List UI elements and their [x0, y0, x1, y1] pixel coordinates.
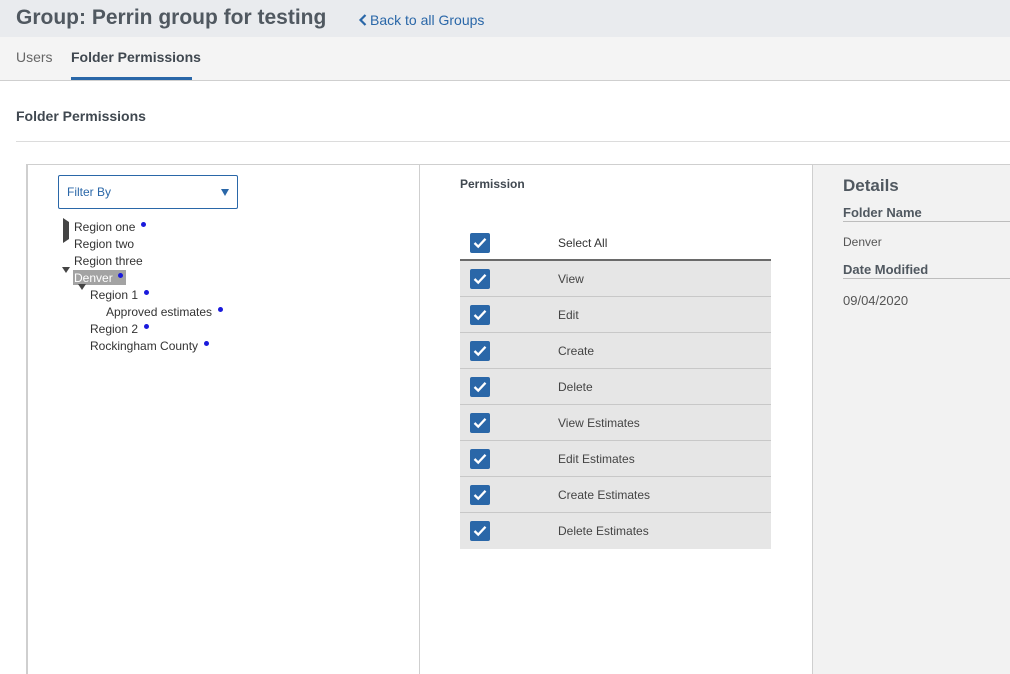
permission-row-create[interactable]: Create [460, 333, 771, 369]
section-divider [16, 141, 1010, 142]
date-modified-value: 09/04/2020 [843, 293, 909, 308]
permission-row-view-estimates[interactable]: View Estimates [460, 405, 771, 441]
checkmark-icon [473, 526, 487, 537]
tree-item-label: Region two [74, 236, 135, 251]
dot-indicator-icon [117, 273, 123, 278]
checkmark-icon [473, 382, 487, 393]
tree-item-label: Region 1 [90, 287, 139, 302]
tree-item-label: Region 2 [90, 321, 139, 336]
filter-by-dropdown[interactable]: Filter By [58, 175, 238, 209]
field-divider [843, 278, 1010, 279]
permission-row-view[interactable]: View [460, 261, 771, 297]
tree-item-label: Rockingham County [90, 338, 199, 353]
permission-label: Edit Estimates [558, 452, 635, 466]
permission-label: Delete [558, 380, 593, 394]
dot-indicator-icon [218, 307, 224, 312]
dot-indicator-icon [144, 290, 150, 295]
tree-item-approved-estimates[interactable]: Approved estimates [106, 303, 224, 320]
tab-folder-permissions[interactable]: Folder Permissions [71, 49, 201, 65]
caret-down-icon [221, 189, 229, 196]
panel-divider [812, 164, 813, 674]
permission-row-edit[interactable]: Edit [460, 297, 771, 333]
checkmark-icon [473, 238, 487, 249]
select-all-label: Select All [558, 236, 608, 250]
dot-indicator-icon [141, 222, 147, 227]
permission-label: Create [558, 344, 595, 358]
permission-row-edit-estimates[interactable]: Edit Estimates [460, 441, 771, 477]
dot-indicator-icon [144, 324, 150, 329]
permission-checkbox[interactable] [470, 377, 490, 397]
active-tab-indicator [71, 77, 192, 80]
select-all-row[interactable]: Select All [460, 225, 771, 261]
back-link-label: Back to all Groups [370, 12, 485, 28]
tree-item-label: Approved estimates [106, 304, 213, 319]
permission-header: Permission [460, 177, 525, 191]
field-divider [843, 221, 1010, 222]
permission-row-delete[interactable]: Delete [460, 369, 771, 405]
permission-label: Delete Estimates [558, 524, 649, 538]
checkmark-icon [473, 418, 487, 429]
folder-name-value: Denver [843, 235, 882, 249]
tree-item-region-1[interactable]: Region 1 [90, 286, 150, 303]
permission-label: Create Estimates [558, 488, 651, 502]
collapse-arrow-icon[interactable] [61, 267, 71, 290]
tab-users[interactable]: Users [16, 49, 53, 65]
tree-item-region-three[interactable]: Region three [74, 252, 143, 269]
tree-item-label: Denver [74, 270, 113, 285]
checkmark-icon [473, 274, 487, 285]
collapse-arrow-icon[interactable] [77, 284, 87, 307]
tree-item-rockingham-county[interactable]: Rockingham County [90, 337, 210, 354]
permission-label: Edit [558, 308, 579, 322]
tree-item-region-2[interactable]: Region 2 [90, 320, 150, 337]
folder-name-label: Folder Name [843, 205, 922, 220]
permission-label: View [558, 272, 584, 286]
checkmark-icon [473, 454, 487, 465]
permission-row-create-estimates[interactable]: Create Estimates [460, 477, 771, 513]
filter-by-label: Filter By [67, 185, 112, 199]
panel-divider [419, 164, 420, 674]
tree-item-label: Region three [74, 253, 143, 268]
section-title: Folder Permissions [16, 108, 146, 124]
back-to-groups-link[interactable]: Back to all Groups [357, 12, 484, 28]
select-all-checkbox[interactable] [470, 233, 490, 253]
details-title: Details [843, 176, 899, 195]
checkmark-icon [473, 490, 487, 501]
tree-item-selected: Denver [73, 270, 126, 285]
permission-checkbox[interactable] [470, 341, 490, 361]
permission-checkbox[interactable] [470, 521, 490, 541]
tree-item-label: Region one [74, 219, 136, 234]
chevron-left-icon [358, 14, 367, 26]
tree-item-region-one[interactable]: Region one [74, 218, 147, 235]
permission-label: View Estimates [558, 416, 640, 430]
page-title: Group: Perrin group for testing [16, 6, 327, 29]
permission-checkbox[interactable] [470, 413, 490, 433]
tree-item-region-two[interactable]: Region two [74, 235, 134, 252]
expand-arrow-icon[interactable] [61, 218, 71, 243]
tab-bar: Users Folder Permissions [0, 37, 1010, 81]
permission-checkbox[interactable] [470, 269, 490, 289]
checkmark-icon [473, 346, 487, 357]
permission-row-delete-estimates[interactable]: Delete Estimates [460, 513, 771, 549]
checkmark-icon [473, 310, 487, 321]
date-modified-label: Date Modified [843, 262, 929, 277]
header-bar: Group: Perrin group for testing Back to … [0, 0, 1010, 37]
permission-checkbox[interactable] [470, 485, 490, 505]
permission-checkbox[interactable] [470, 449, 490, 469]
permission-checkbox[interactable] [470, 305, 490, 325]
dot-indicator-icon [204, 341, 210, 346]
permission-table: Select All View Edit Create Delete View … [460, 225, 771, 549]
